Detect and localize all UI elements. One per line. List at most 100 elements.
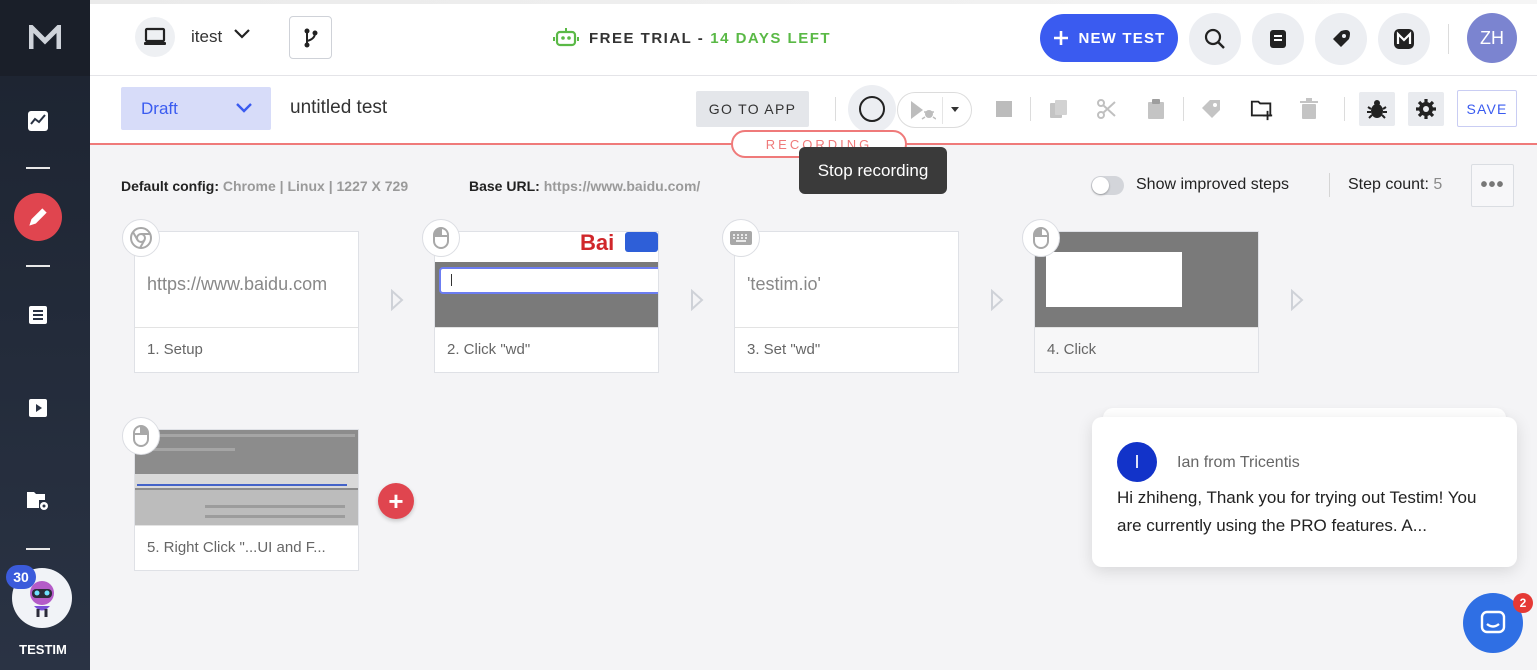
base-url-value[interactable]: https://www.baidu.com/ (544, 178, 701, 194)
cut-icon[interactable] (1095, 97, 1119, 121)
test-list-icon[interactable] (23, 300, 53, 330)
runs-icon[interactable] (23, 393, 53, 423)
search-icon (1204, 28, 1225, 49)
caret-down-icon[interactable] (950, 106, 960, 114)
record-button[interactable] (848, 85, 896, 133)
header-stripe (90, 0, 1537, 4)
step-count-label: Step count: (1348, 176, 1429, 193)
settings-button[interactable] (1408, 92, 1444, 126)
play-debug-icon (911, 101, 936, 120)
step-thumbnail (1035, 232, 1258, 328)
thumb-text-line (205, 505, 345, 508)
new-test-button[interactable]: NEW TEST (1040, 14, 1178, 62)
search-button[interactable] (1189, 13, 1241, 65)
status-dropdown[interactable]: Draft (121, 87, 271, 130)
chat-icon (1480, 610, 1506, 634)
divider (1448, 24, 1449, 54)
dashboard-icon[interactable] (23, 106, 53, 136)
arrow-right-icon (1291, 289, 1304, 311)
left-sidebar: 30 TESTIM (0, 0, 90, 670)
step-caption: 5. Right Click "...UI and F... (147, 539, 326, 556)
paste-icon[interactable] (1144, 97, 1168, 121)
record-icon (859, 96, 885, 122)
mouse-icon (422, 219, 460, 257)
step-caption: 4. Click (1047, 341, 1097, 358)
robot-icon (553, 28, 579, 47)
improved-steps-label: Show improved steps (1136, 176, 1289, 193)
testim-button[interactable] (1378, 13, 1430, 65)
arrow-right-icon (691, 289, 704, 311)
improved-steps-toggle[interactable] (1091, 176, 1124, 195)
keyboard-icon (722, 219, 760, 257)
docs-button[interactable] (1252, 13, 1304, 65)
step-count: Step count: 5 (1348, 176, 1442, 194)
whats-new-button[interactable] (1315, 13, 1367, 65)
toggle-knob (1092, 177, 1109, 194)
copy-icon[interactable] (1047, 97, 1071, 121)
thumb-search-box (439, 267, 658, 294)
step-card[interactable]: 'testim.io' 3. Set "wd" (722, 219, 959, 373)
editor-icon[interactable] (14, 193, 62, 241)
step-card[interactable]: https://www.baidu.com 1. Setup (122, 219, 359, 373)
save-button[interactable]: SAVE (1457, 90, 1517, 127)
more-options-button[interactable]: ••• (1471, 164, 1514, 207)
step-thumb-text: https://www.baidu.com (147, 274, 328, 294)
branch-button[interactable] (289, 16, 332, 59)
folder-settings-icon[interactable] (23, 485, 53, 515)
mouse-icon (1022, 219, 1060, 257)
base-url-label: Base URL: (469, 178, 540, 194)
chevron-down-icon (235, 100, 253, 120)
step-card[interactable]: 4. Click (1022, 219, 1259, 373)
divider (26, 548, 50, 550)
document-icon (1270, 30, 1286, 48)
chat-message-card[interactable]: I Ian from Tricentis Hi zhiheng, Thank y… (1092, 417, 1517, 567)
chat-avatar: I (1117, 442, 1157, 482)
step-caption: 1. Setup (147, 341, 203, 358)
step-thumb-text: 'testim.io' (747, 274, 821, 294)
step-count-value: 5 (1433, 176, 1443, 193)
chat-message: Hi zhiheng, Thank you for trying out Tes… (1117, 488, 1477, 535)
bug-button[interactable] (1359, 92, 1395, 126)
trial-days: 14 DAYS LEFT (710, 29, 832, 47)
gear-icon (1416, 99, 1436, 119)
arrow-right-icon (391, 289, 404, 311)
divider (942, 97, 943, 124)
default-config-value[interactable]: Chrome | Linux | 1227 X 729 (223, 178, 408, 194)
mouse-right-icon (122, 417, 160, 455)
tag-icon[interactable] (1199, 97, 1223, 121)
bug-icon (1367, 100, 1387, 119)
thumb-text-line (205, 515, 345, 518)
divider (835, 97, 836, 121)
add-to-folder-icon[interactable] (1250, 97, 1274, 121)
laptop-icon[interactable] (135, 17, 175, 57)
step-caption: 2. Click "wd" (447, 341, 531, 358)
divider (1344, 97, 1345, 121)
stop-icon[interactable] (992, 97, 1016, 121)
play-button[interactable] (897, 92, 972, 128)
step-card[interactable]: 5. Right Click "...UI and F... (122, 417, 359, 571)
default-config-label: Default config: (121, 178, 219, 194)
thumb-white-box (1046, 252, 1182, 307)
chrome-icon (122, 219, 160, 257)
device-selector[interactable]: itest (191, 27, 222, 47)
stop-recording-tooltip: Stop recording (799, 147, 947, 194)
divider (1329, 173, 1330, 197)
test-name-input[interactable]: untitled test (290, 97, 387, 119)
user-avatar[interactable]: ZH (1467, 13, 1517, 63)
divider (26, 167, 50, 169)
add-step-button[interactable]: + (378, 483, 414, 519)
trial-banner: FREE TRIAL - 14 DAYS LEFT (553, 26, 831, 50)
thumb-underline (137, 484, 347, 486)
divider (26, 265, 50, 267)
delete-icon[interactable] (1297, 97, 1321, 121)
step-thumbnail: https://www.baidu.com (135, 232, 358, 328)
thumb-result (135, 490, 358, 525)
step-card[interactable]: Bai 2. Click "wd" (422, 219, 659, 373)
baidu-logo: Bai (580, 232, 615, 255)
arrow-right-icon (991, 289, 1004, 311)
base-url: Base URL: https://www.baidu.com/ (469, 178, 700, 194)
go-to-app-button[interactable]: GO TO APP (696, 91, 809, 127)
testim-logo[interactable] (0, 0, 90, 76)
step-thumbnail: 'testim.io' (735, 232, 958, 328)
chevron-down-icon[interactable] (233, 27, 251, 46)
